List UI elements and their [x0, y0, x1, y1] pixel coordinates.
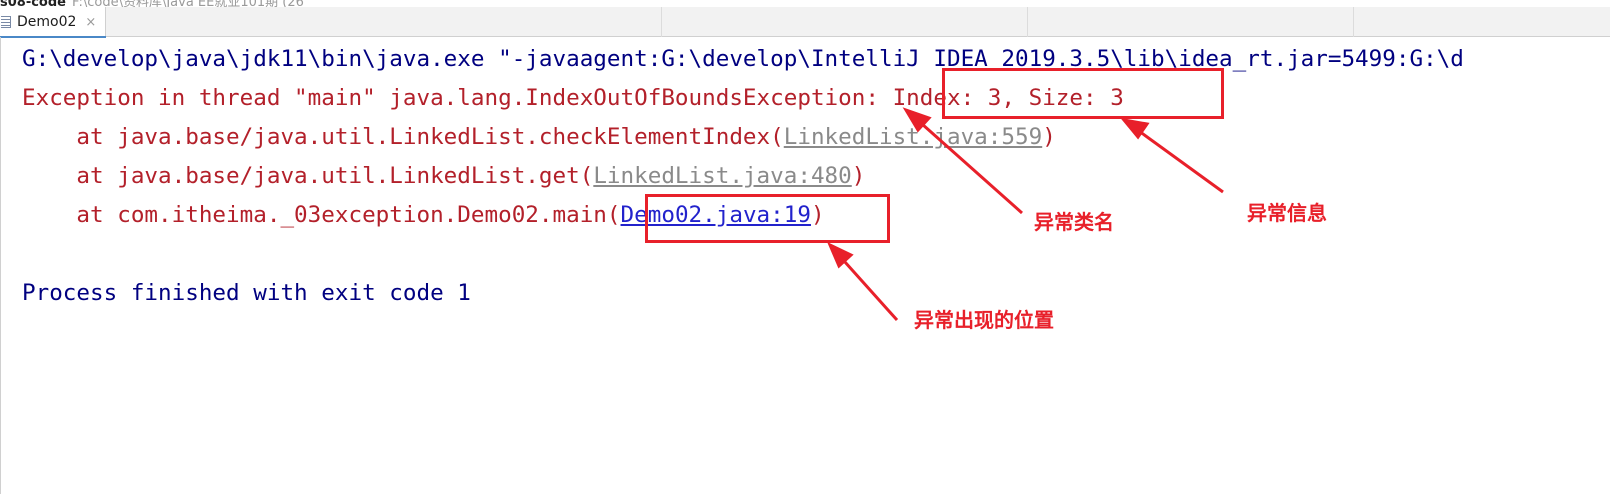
exception-info-label: 异常信息	[1247, 201, 1327, 225]
arrow-exception-info	[1131, 124, 1224, 194]
exception-location-label: 异常出现的位置	[914, 308, 1054, 332]
arrow-head	[827, 241, 854, 269]
exception-class-label: 异常类名	[1034, 210, 1114, 234]
arrow-exception-class	[912, 114, 1023, 215]
annotation-arrows	[827, 107, 1224, 322]
